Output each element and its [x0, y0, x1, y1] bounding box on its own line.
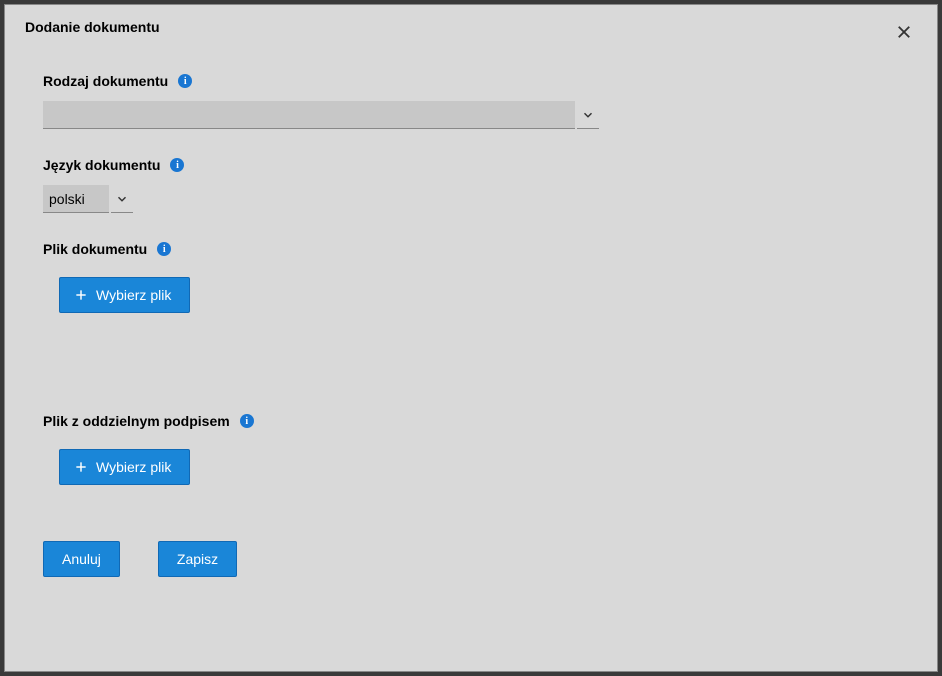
- close-icon: [895, 23, 913, 41]
- document-file-label: Plik dokumentu: [43, 241, 147, 257]
- choose-signature-file-button[interactable]: Wybierz plik: [59, 449, 190, 485]
- label-row: Rodzaj dokumentu i: [43, 73, 917, 89]
- cancel-button[interactable]: Anuluj: [43, 541, 120, 577]
- document-language-dropdown-button[interactable]: [111, 185, 133, 213]
- choose-file-label: Wybierz plik: [96, 287, 171, 303]
- label-row: Plik dokumentu i: [43, 241, 917, 257]
- document-type-label: Rodzaj dokumentu: [43, 73, 168, 89]
- save-button[interactable]: Zapisz: [158, 541, 237, 577]
- close-button[interactable]: [891, 19, 917, 45]
- document-type-dropdown-button[interactable]: [577, 101, 599, 129]
- document-type-input[interactable]: [43, 101, 575, 129]
- info-icon[interactable]: i: [240, 414, 254, 428]
- info-icon[interactable]: i: [170, 158, 184, 172]
- info-icon[interactable]: i: [178, 74, 192, 88]
- chevron-down-icon: [115, 192, 129, 206]
- signature-file-label: Plik z oddzielnym podpisem: [43, 413, 230, 429]
- plus-icon: [74, 288, 88, 302]
- modal-title: Dodanie dokumentu: [25, 19, 160, 35]
- modal-header: Dodanie dokumentu: [5, 5, 937, 53]
- info-icon[interactable]: i: [157, 242, 171, 256]
- document-language-select[interactable]: [43, 185, 139, 213]
- plus-icon: [74, 460, 88, 474]
- add-document-modal: Dodanie dokumentu Rodzaj dokumentu i: [4, 4, 938, 672]
- choose-file-label: Wybierz plik: [96, 459, 171, 475]
- document-type-group: Rodzaj dokumentu i: [43, 73, 917, 129]
- document-language-label: Język dokumentu: [43, 157, 160, 173]
- modal-body: Rodzaj dokumentu i Język dokumentu i: [5, 53, 937, 597]
- document-type-select[interactable]: [43, 101, 599, 129]
- document-file-group: Plik dokumentu i Wybierz plik: [43, 241, 917, 313]
- action-row: Anuluj Zapisz: [43, 541, 917, 577]
- choose-document-file-button[interactable]: Wybierz plik: [59, 277, 190, 313]
- signature-file-group: Plik z oddzielnym podpisem i Wybierz pli…: [43, 413, 917, 485]
- label-row: Plik z oddzielnym podpisem i: [43, 413, 917, 429]
- document-language-input[interactable]: [43, 185, 109, 213]
- label-row: Język dokumentu i: [43, 157, 917, 173]
- chevron-down-icon: [581, 108, 595, 122]
- document-language-group: Język dokumentu i: [43, 157, 917, 213]
